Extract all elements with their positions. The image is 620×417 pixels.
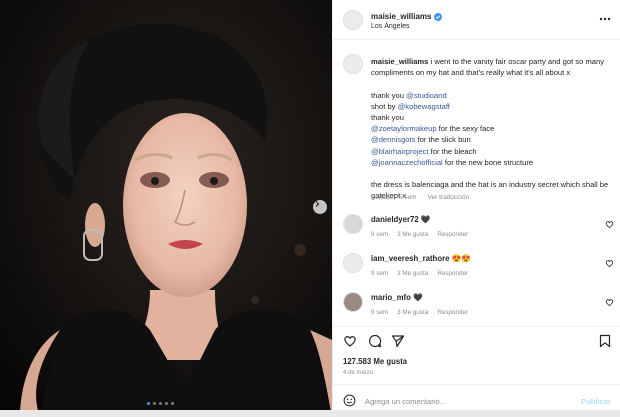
taskbar [0,410,620,417]
reply-button[interactable]: Responder [437,270,468,277]
carousel-dots [147,402,174,405]
mention-link[interactable]: @studioand [406,91,447,100]
comment-text: 🖤 [418,215,431,224]
mention-link[interactable]: @dennisgots [371,135,415,144]
caption-text: maisie_williams i went to the vanity fai… [371,56,613,202]
avatar[interactable] [343,10,363,30]
comment-time: 9 sem [371,231,389,238]
carousel-dot [171,402,174,405]
carousel-dot [165,402,168,405]
commenter-username[interactable]: mario_mfo [371,293,411,302]
more-options-button[interactable] [599,14,611,23]
edited-timestamp: Editado · 5 sem [371,194,417,201]
carousel-dot [153,402,156,405]
post-date: 4 de marzo [343,370,374,376]
comment-item: mario_mfo 🖤 9 sem 3 Me gusta Responder [333,290,620,324]
comment-likes[interactable]: 3 Me gusta [397,309,428,316]
heart-icon[interactable] [605,220,614,229]
chevron-right-icon [315,201,320,207]
reply-button[interactable]: Responder [437,231,468,238]
verified-badge-icon [434,12,443,21]
post-header: maisie_williams Los Ángeles [333,0,620,40]
comment-time: 9 sem [371,309,389,316]
comment-likes[interactable]: 3 Me gusta [397,231,428,238]
credit-text: for the bleach [428,146,477,156]
commenter-avatar[interactable] [343,292,363,312]
comment-icon[interactable] [368,334,382,348]
comment-likes[interactable]: 3 Me gusta [397,270,428,277]
see-translation-link[interactable]: Ver traducción [428,194,470,201]
caption-username[interactable]: maisie_williams [371,57,428,66]
commenter-username[interactable]: danieldyer72 [371,215,419,224]
caption-thanks-label: thank you [371,90,407,100]
mention-link[interactable]: @zoetaylormakeup [371,124,437,133]
comment-item: danieldyer72 🖤 9 sem 3 Me gusta Responde… [333,212,620,246]
credit-text: for the slick bun [415,135,471,145]
commenter-avatar[interactable] [343,253,363,273]
post-side-panel: maisie_williams Los Ángeles maisie_willi… [332,0,620,417]
heart-icon[interactable] [605,298,614,307]
publish-button[interactable]: Publicar [581,397,611,406]
author-username-text[interactable]: maisie_williams [371,12,431,21]
comment-item: iam_veeresh_rathore 😍😍 9 sem 3 Me gusta … [333,251,620,285]
carousel-dot [147,402,150,405]
credit-text: for the sexy face [436,124,495,134]
mention-link[interactable]: @blairhairproject [371,147,429,156]
mention-link[interactable]: @kobewagstaff [398,102,450,111]
reply-button[interactable]: Responder [437,309,468,316]
bookmark-icon[interactable] [599,334,611,348]
post-media[interactable] [0,0,332,417]
commenter-username[interactable]: iam_veeresh_rathore [371,254,449,263]
heart-icon[interactable] [605,259,614,268]
comment-text: 🖤 [410,293,423,302]
mention-link[interactable]: @joannaczechofficial [371,158,443,167]
carousel-next-button[interactable] [313,200,327,214]
likes-count[interactable]: 127.583 Me gusta [343,357,407,366]
author-username[interactable]: maisie_williams [371,12,443,21]
caption-thanks2: thank you [371,113,404,123]
post-actions-bar [333,326,620,356]
emoji-icon[interactable] [343,394,356,407]
more-horizontal-icon [599,17,611,21]
post-location[interactable]: Los Ángeles [371,23,410,30]
caption-shot-label: shot by [371,101,398,111]
caption-meta: Editado · 5 sem Ver traducción [371,194,469,201]
comment-time: 9 sem [371,270,389,277]
carousel-dot [159,402,162,405]
commenter-avatar[interactable] [343,214,363,234]
caption-avatar[interactable] [343,54,363,74]
comment-input[interactable]: Agrega un comentario... [365,397,446,406]
credit-text: for the new bone structure [442,157,534,167]
share-icon[interactable] [391,334,405,348]
heart-icon[interactable] [343,334,357,348]
comment-text: 😍😍 [449,254,472,263]
post-photo [0,0,332,417]
